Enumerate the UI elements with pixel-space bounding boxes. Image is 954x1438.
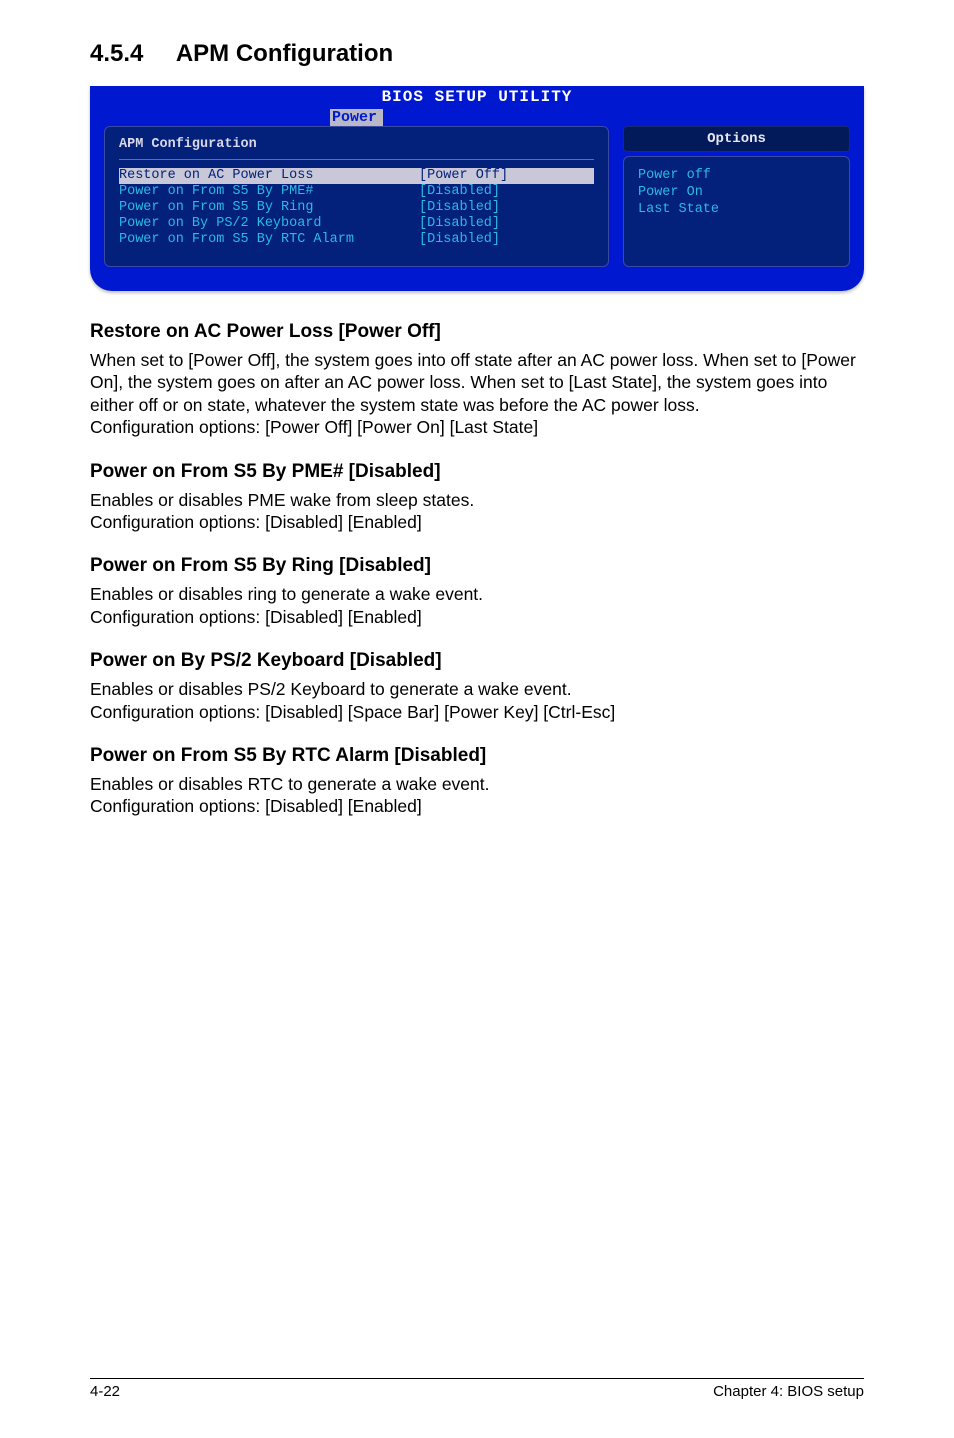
bios-setting-value: [Power Off]: [419, 168, 508, 184]
bios-header: BIOS SETUP UTILITY Power: [90, 86, 864, 126]
bios-options-body: Power offPower OnLast State: [623, 156, 850, 267]
bios-setting-row[interactable]: Power on By PS/2 Keyboard[Disabled]: [119, 216, 594, 232]
bios-setting-row[interactable]: Power on From S5 By PME#[Disabled]: [119, 184, 594, 200]
bios-right-pane: Options Power offPower OnLast State: [623, 126, 850, 267]
setting-description: Enables or disables PS/2 Keyboard to gen…: [90, 678, 864, 723]
bios-setting-label: Power on From S5 By PME#: [119, 184, 419, 200]
bios-tab-power[interactable]: Power: [330, 109, 383, 126]
divider: [119, 159, 594, 160]
setting-description: Enables or disables PME wake from sleep …: [90, 489, 864, 534]
setting-description: Enables or disables RTC to generate a wa…: [90, 773, 864, 818]
setting-heading: Restore on AC Power Loss [Power Off]: [90, 321, 864, 343]
footer-divider: [90, 1378, 864, 1379]
bios-setting-row[interactable]: Restore on AC Power Loss[Power Off]: [119, 168, 594, 184]
bios-setting-value: [Disabled]: [419, 216, 500, 232]
bios-left-title: APM Configuration: [119, 137, 594, 153]
setting-heading: Power on From S5 By RTC Alarm [Disabled]: [90, 745, 864, 767]
setting-description: Enables or disables ring to generate a w…: [90, 583, 864, 628]
page-footer: 4-22 Chapter 4: BIOS setup: [0, 1378, 954, 1400]
section-title: APM Configuration: [176, 40, 393, 68]
bios-option-item[interactable]: Power On: [638, 184, 835, 201]
chapter-label: Chapter 4: BIOS setup: [713, 1383, 864, 1400]
page-number: 4-22: [90, 1383, 120, 1400]
bios-panel: BIOS SETUP UTILITY Power APM Configurati…: [90, 86, 864, 291]
bios-left-pane: APM Configuration Restore on AC Power Lo…: [104, 126, 609, 267]
setting-description: When set to [Power Off], the system goes…: [90, 349, 864, 439]
section-heading: 4.5.4 APM Configuration: [90, 40, 864, 68]
bios-setting-row[interactable]: Power on From S5 By Ring[Disabled]: [119, 200, 594, 216]
bios-setting-value: [Disabled]: [419, 200, 500, 216]
setting-heading: Power on By PS/2 Keyboard [Disabled]: [90, 650, 864, 672]
bios-setting-value: [Disabled]: [419, 232, 500, 248]
bios-setting-label: Power on By PS/2 Keyboard: [119, 216, 419, 232]
setting-heading: Power on From S5 By PME# [Disabled]: [90, 461, 864, 483]
section-number: 4.5.4: [90, 40, 143, 68]
bios-setting-label: Power on From S5 By Ring: [119, 200, 419, 216]
bios-setting-label: Restore on AC Power Loss: [119, 168, 419, 184]
setting-heading: Power on From S5 By Ring [Disabled]: [90, 555, 864, 577]
bios-option-item[interactable]: Power off: [638, 167, 835, 184]
bios-setting-row[interactable]: Power on From S5 By RTC Alarm[Disabled]: [119, 232, 594, 248]
bios-options-header: Options: [623, 126, 850, 152]
bios-utility-title: BIOS SETUP UTILITY: [90, 88, 864, 106]
bios-setting-value: [Disabled]: [419, 184, 500, 200]
bios-setting-label: Power on From S5 By RTC Alarm: [119, 232, 419, 248]
bios-option-item[interactable]: Last State: [638, 201, 835, 218]
